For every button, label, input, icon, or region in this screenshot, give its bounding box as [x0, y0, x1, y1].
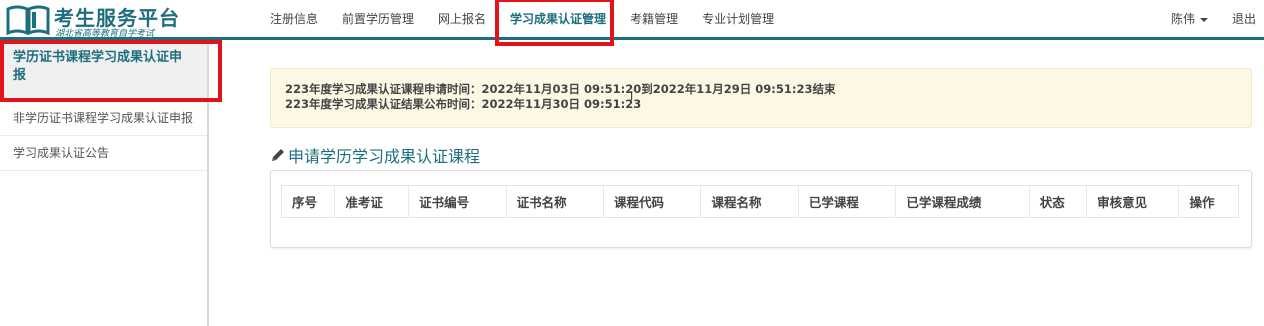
- user-name: 陈伟: [1170, 12, 1195, 26]
- nav-item-achievement-certification[interactable]: 学习成果认证管理: [498, 0, 618, 38]
- col-studied-score: 已学课程成绩: [895, 185, 1030, 218]
- section-title-text: 申请学历学习成果认证课程: [288, 147, 481, 166]
- col-studied-course: 已学课程: [797, 185, 896, 218]
- section-title: 申请学历学习成果认证课程: [270, 144, 480, 166]
- open-book-icon: [6, 5, 50, 35]
- col-actions: 操作: [1178, 185, 1239, 218]
- notice-application-period: 223年度学习成果认证课程申请时间：2022年11月03日 09:51:20到2…: [285, 82, 836, 96]
- col-review-comment: 审核意见: [1086, 185, 1179, 218]
- nav-item-major-plan[interactable]: 专业计划管理: [690, 0, 786, 38]
- main-nav: 注册信息 前置学历管理 网上报名 学习成果认证管理 考籍管理 专业计划管理: [258, 0, 786, 40]
- col-course-code: 课程代码: [603, 185, 701, 218]
- logout-link[interactable]: 退出: [1222, 0, 1264, 38]
- sidebar-item-non-degree-certificate[interactable]: 非学历证书课程学习成果认证申报: [0, 101, 207, 136]
- col-certificate-name: 证书名称: [505, 185, 604, 218]
- nav-item-registration-info[interactable]: 注册信息: [258, 0, 330, 38]
- brand-logo[interactable]: 考生服务平台 湖北省高等教育自学考试: [6, 2, 179, 39]
- sidebar-item-announcement[interactable]: 学习成果认证公告: [0, 136, 207, 171]
- top-navbar: 考生服务平台 湖北省高等教育自学考试 注册信息 前置学历管理 网上报名 学习成果…: [0, 0, 1264, 40]
- col-index: 序号: [280, 185, 335, 218]
- sidebar-item-degree-certificate[interactable]: 学历证书课程学习成果认证申报: [0, 43, 207, 101]
- user-menu[interactable]: 陈伟: [1157, 0, 1222, 38]
- notice-result-date: 223年度学习成果认证结果公布时间：2022年11月30日 09:51:23: [285, 97, 642, 111]
- notice-alert: 223年度学习成果认证课程申请时间：2022年11月03日 09:51:20到2…: [270, 68, 1252, 128]
- col-admission-no: 准考证: [334, 185, 409, 218]
- nav-item-online-registration[interactable]: 网上报名: [426, 0, 498, 38]
- nav-right: 陈伟 退出: [1157, 0, 1264, 38]
- course-table-panel: 序号 准考证 证书编号 证书名称 课程代码 课程名称 已学课程 已学课程成绩 状…: [270, 170, 1252, 248]
- caret-down-icon: [1199, 17, 1208, 22]
- col-status: 状态: [1028, 185, 1087, 218]
- brand-subtitle: 湖北省高等教育自学考试: [55, 29, 155, 39]
- nav-item-prior-education[interactable]: 前置学历管理: [330, 0, 426, 38]
- text-cursor-icon: I: [630, 90, 634, 103]
- sidebar: 学历证书课程学习成果认证申报 非学历证书课程学习成果认证申报 学习成果认证公告: [0, 43, 209, 326]
- nav-item-student-records[interactable]: 考籍管理: [618, 0, 690, 38]
- course-table: 序号 准考证 证书编号 证书名称 课程代码 课程名称 已学课程 已学课程成绩 状…: [280, 185, 1239, 218]
- col-certificate-no: 证书编号: [408, 185, 507, 218]
- table-header-row: 序号 准考证 证书编号 证书名称 课程代码 课程名称 已学课程 已学课程成绩 状…: [280, 185, 1239, 218]
- col-course-name: 课程名称: [700, 185, 799, 218]
- pencil-icon: [272, 149, 284, 161]
